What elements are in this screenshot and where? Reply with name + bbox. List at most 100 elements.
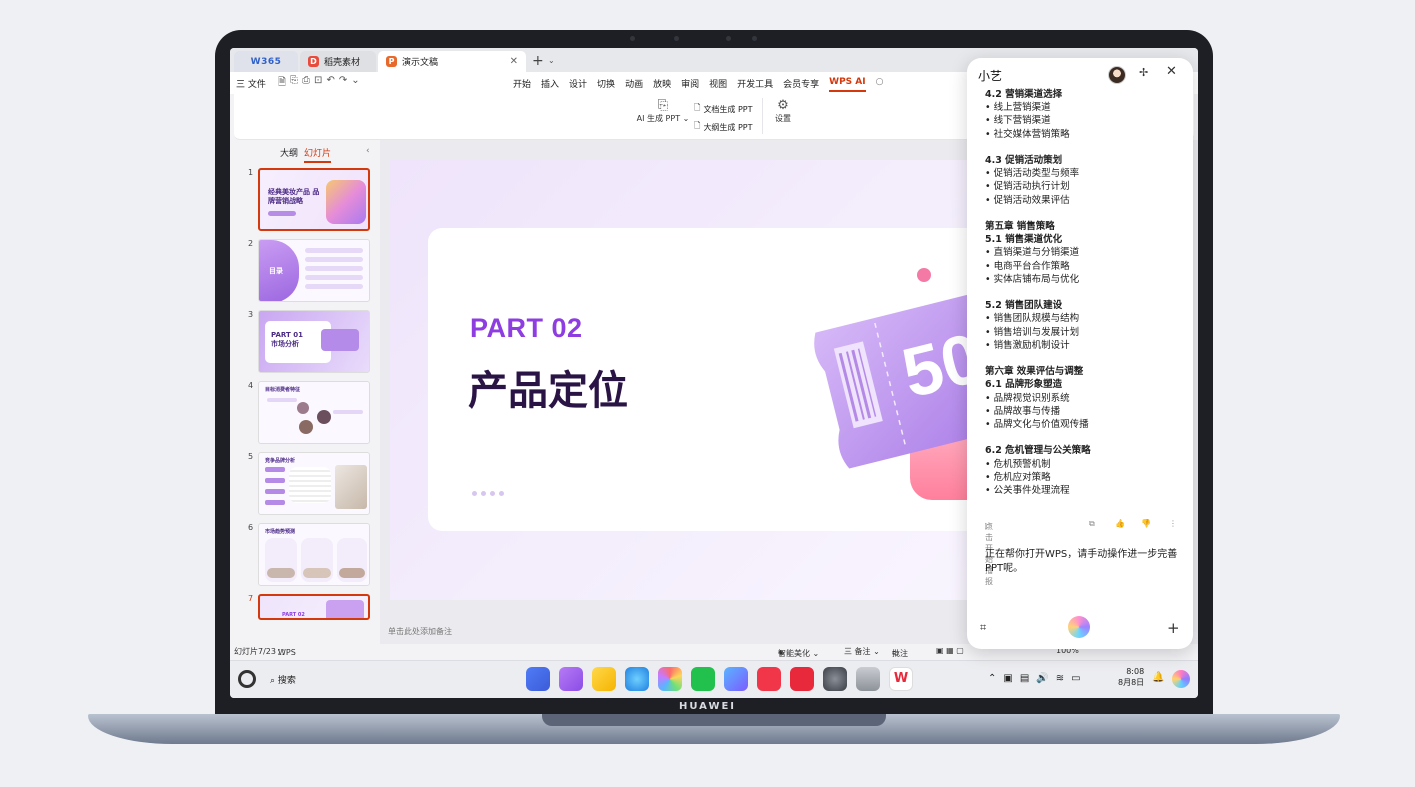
search-icon[interactable]: ○: [876, 77, 884, 92]
slide-thumbnail-6[interactable]: 市场趋势预测: [258, 523, 370, 586]
menu-home[interactable]: 开始: [513, 77, 531, 92]
slide-number: 7: [248, 594, 254, 603]
search-icon: ⌕: [270, 676, 278, 686]
menu-slideshow[interactable]: 放映: [653, 77, 671, 92]
menu-transition[interactable]: 切换: [597, 77, 615, 92]
more-icon[interactable]: ⌄: [351, 75, 359, 92]
menu-insert[interactable]: 插入: [541, 77, 559, 92]
pin-icon[interactable]: ✢: [1139, 66, 1148, 79]
menu-developer[interactable]: 开发工具: [737, 77, 773, 92]
clock-date: 8月8日: [1118, 678, 1145, 687]
tab-presentation[interactable]: P 演示文稿 ✕: [378, 51, 526, 72]
messages-icon[interactable]: [691, 667, 715, 691]
menu-review[interactable]: 审阅: [681, 77, 699, 92]
volume-icon[interactable]: 🔊: [1036, 673, 1048, 684]
outline-bullet: • 促销活动类型与频率: [985, 168, 1080, 180]
notes-placeholder[interactable]: 单击此处添加备注: [388, 626, 452, 637]
tab-daoke[interactable]: D 稻壳素材: [300, 51, 376, 72]
outline-heading: 5.2 销售团队建设: [985, 300, 1063, 312]
tab-outline[interactable]: 大纲: [280, 146, 298, 159]
xiaoyi-assistant-panel: 小艺 ✢ ✕ 4.2 营销渠道选择 • 线上营销渠道 • 线下营销渠道 • 社交媒体营…: [967, 58, 1193, 649]
trash-icon[interactable]: [856, 667, 880, 691]
notes-app-icon[interactable]: [592, 667, 616, 691]
slide-thumbnail-7[interactable]: PART 02: [258, 594, 370, 620]
slide-thumbnail-5[interactable]: 竞争品牌分析: [258, 452, 370, 515]
slide-thumbnail-panel: 大纲 幻灯片 ‹ 1 经典美妆产品 品牌营销战略 2 目录 3 PART 01 …: [230, 140, 378, 688]
theme-text: WPS: [278, 648, 296, 657]
menu-wps-ai[interactable]: WPS AI: [829, 77, 866, 92]
new-tab-icon[interactable]: +: [532, 53, 544, 69]
screenshot-icon[interactable]: ⌗: [980, 621, 986, 635]
outline-generate-ppt-button[interactable]: 🗋 大纲生成 PPT: [694, 120, 753, 134]
copy-icon[interactable]: ⧉: [1089, 519, 1095, 529]
menu-member[interactable]: 会员专享: [783, 77, 819, 92]
settings-app-icon[interactable]: [823, 667, 847, 691]
file-menu[interactable]: 三 文件: [236, 77, 266, 90]
export-icon[interactable]: ⎘: [290, 75, 298, 92]
app-gallery-icon[interactable]: [790, 667, 814, 691]
outline-icon: 🗋: [694, 121, 701, 130]
slide-counter: 幻灯片7/23: [234, 647, 276, 656]
avatar[interactable]: [1108, 66, 1126, 84]
input-method-icon[interactable]: ▣: [1003, 673, 1012, 684]
slide-number: 3: [248, 310, 254, 319]
notification-bell-icon[interactable]: 🔔: [1152, 672, 1164, 683]
app-dock: W: [526, 667, 913, 691]
taskbar-search[interactable]: ⌕ 搜索: [270, 673, 296, 686]
settings-button[interactable]: ⚙ 设置: [770, 98, 796, 124]
current-slide[interactable]: PART 02 产品定位 50: [390, 160, 1010, 600]
slide-thumbnail-2[interactable]: 目录: [258, 239, 370, 302]
thumbs-down-icon[interactable]: 👎: [1141, 519, 1151, 528]
launcher-icon[interactable]: [526, 667, 550, 691]
chevron-down-icon[interactable]: ⌄: [548, 56, 555, 65]
gallery-icon[interactable]: [658, 667, 682, 691]
more-options-icon[interactable]: ⋮: [1169, 519, 1177, 528]
thumbs-up-icon[interactable]: 👍: [1115, 519, 1125, 528]
save-icon[interactable]: 🗎: [278, 75, 286, 92]
comments-label: 批注: [892, 649, 908, 658]
settings-label: 设置: [775, 114, 791, 123]
undo-icon[interactable]: ↶: [326, 75, 334, 92]
books-icon[interactable]: [757, 667, 781, 691]
redo-icon[interactable]: ↷: [339, 75, 347, 92]
wps-app-icon[interactable]: W: [889, 667, 913, 691]
clipboard-icon[interactable]: ▤: [1020, 673, 1029, 684]
beautify-label: 智能美化 ⌄: [778, 649, 820, 658]
clock[interactable]: 8:08 8月8日: [1118, 666, 1144, 688]
wifi-icon[interactable]: ≋: [1056, 673, 1064, 684]
ai-generate-ppt-button[interactable]: ⎘ AI 生成 PPT ⌄: [636, 98, 690, 124]
outline-bullet: • 电商平台合作策略: [985, 260, 1070, 272]
browser-icon[interactable]: [625, 667, 649, 691]
preview-icon[interactable]: ⊡: [314, 75, 322, 92]
voice-input-orb-icon[interactable]: [1068, 616, 1090, 638]
multitask-icon[interactable]: [559, 667, 583, 691]
start-button[interactable]: [238, 670, 256, 688]
xiaoyi-orb-icon[interactable]: [1172, 670, 1190, 688]
outline-bullet: • 销售培训与发展计划: [985, 326, 1080, 338]
menu-view[interactable]: 视图: [709, 77, 727, 92]
outline-bullet: • 品牌故事与传播: [985, 405, 1061, 417]
menu-design[interactable]: 设计: [569, 77, 587, 92]
laptop-hinge-notch: [542, 714, 886, 726]
print-icon[interactable]: ⎙: [302, 75, 310, 92]
slide-thumbnail-1[interactable]: 经典美妆产品 品牌营销战略: [258, 168, 370, 231]
tab-w365[interactable]: W365: [234, 51, 298, 72]
add-icon[interactable]: +: [1167, 619, 1180, 637]
chevron-up-icon[interactable]: ⌃: [988, 673, 996, 684]
slide-thumbnail-4[interactable]: 目标消费者特征: [258, 381, 370, 444]
outline-bullet: • 销售团队规模与结构: [985, 313, 1080, 325]
doc-generate-ppt-button[interactable]: 🗋 文档生成 PPT: [694, 102, 753, 116]
outline-heading: 4.3 促销活动策划: [985, 155, 1063, 166]
daoke-icon: D: [308, 56, 319, 67]
slide-thumbnail-3[interactable]: PART 01 市场分析: [258, 310, 370, 373]
menu-animation[interactable]: 动画: [625, 77, 643, 92]
outline-heading: 第五章 销售策略: [985, 221, 1055, 232]
close-icon[interactable]: ✕: [1166, 64, 1177, 79]
music-icon[interactable]: [724, 667, 748, 691]
close-tab-icon[interactable]: ✕: [510, 56, 518, 67]
tab-slides[interactable]: 幻灯片: [304, 146, 332, 163]
notes-button[interactable]: 三 备注 ⌄: [844, 646, 880, 657]
collapse-panel-icon[interactable]: ‹: [366, 146, 370, 156]
battery-icon[interactable]: ▭: [1071, 673, 1080, 684]
view-toggle-icons[interactable]: ▣ ▦ ▢: [936, 646, 964, 655]
